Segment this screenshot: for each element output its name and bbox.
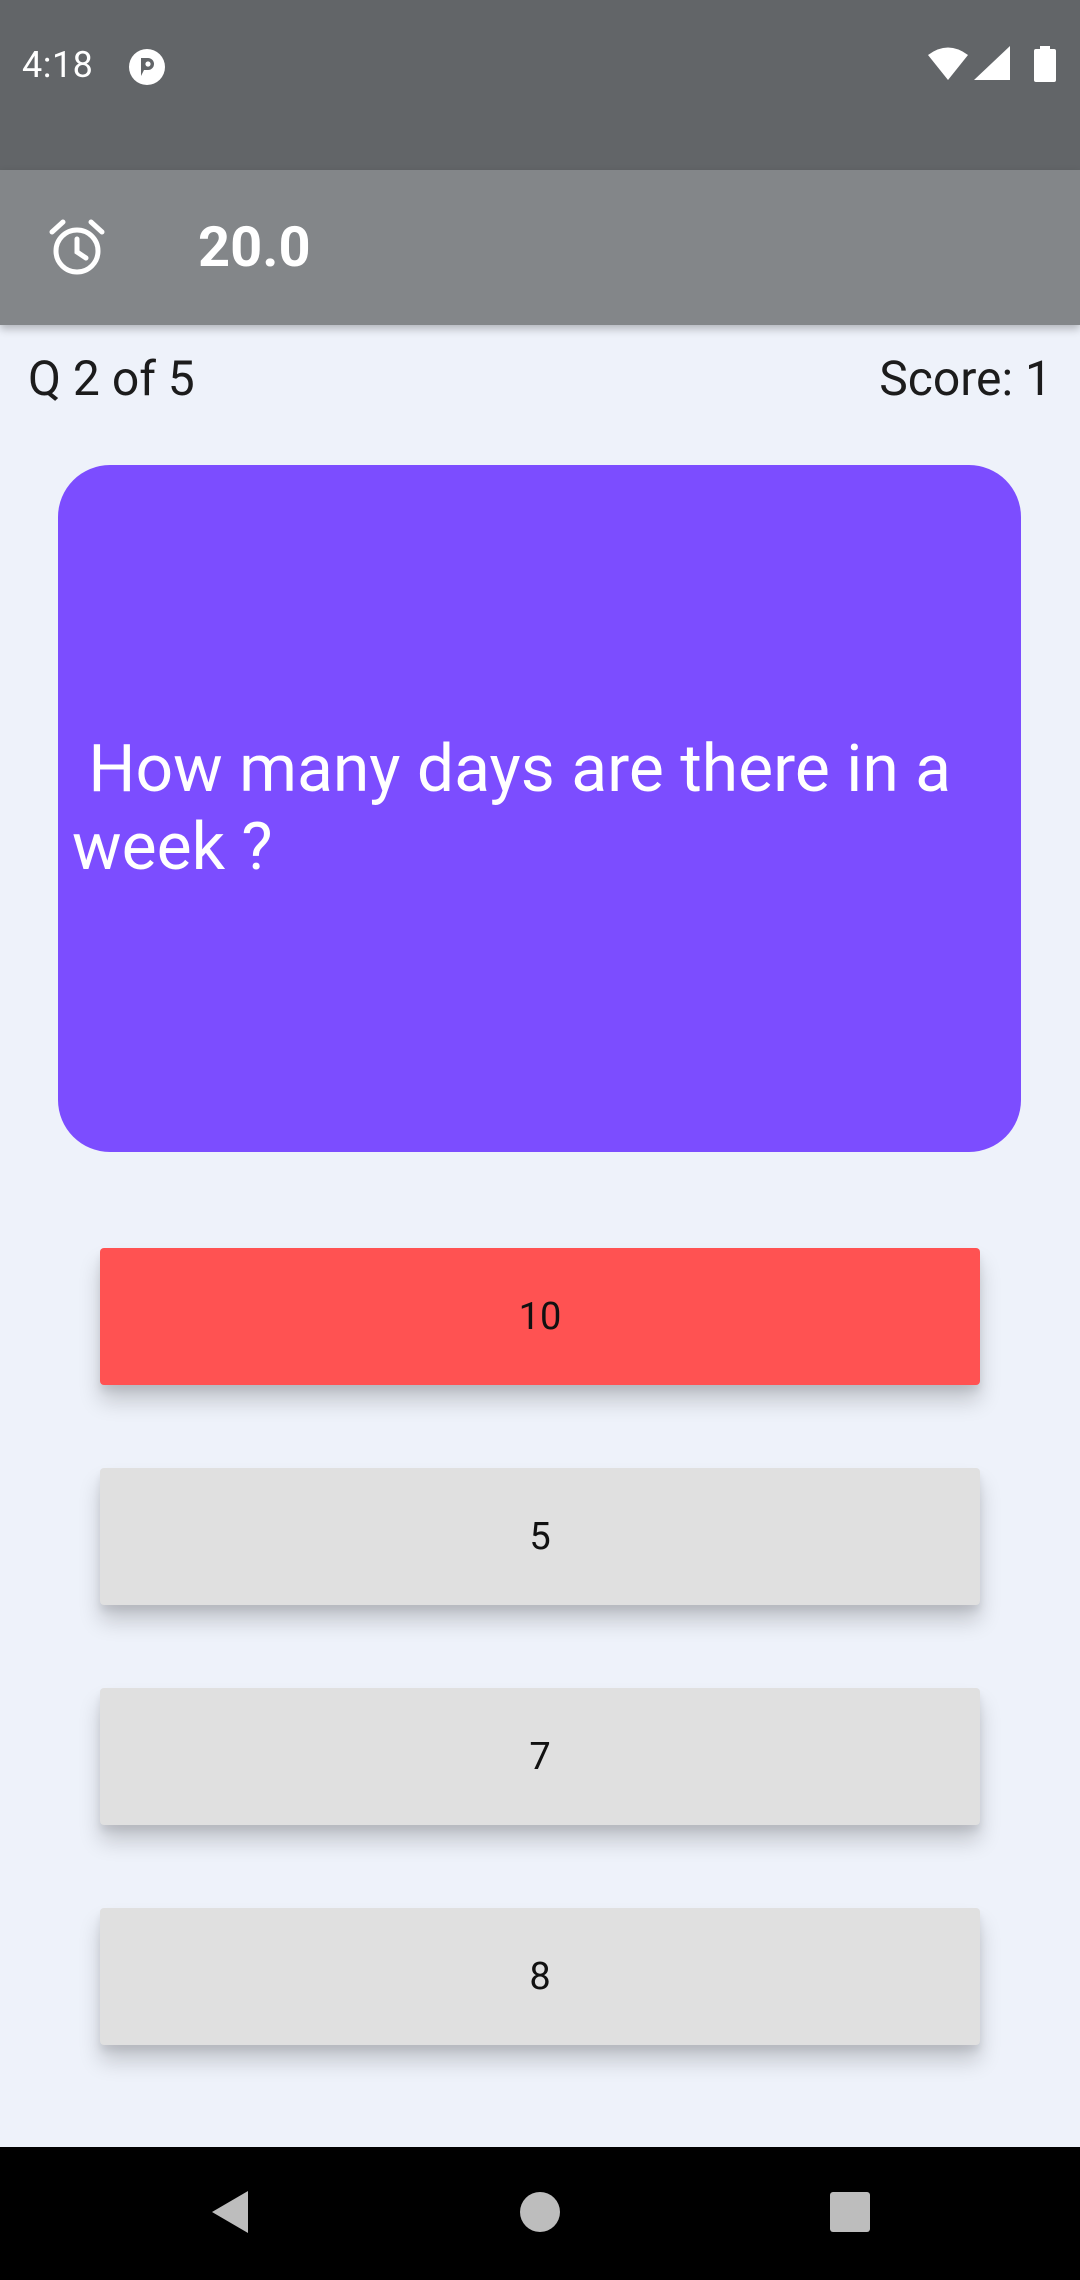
timer-value: 20.0 xyxy=(198,214,311,280)
app-notification-icon xyxy=(128,48,166,86)
home-button[interactable] xyxy=(500,2147,580,2280)
status-time: 4:18 xyxy=(22,44,94,86)
back-icon xyxy=(208,2189,252,2239)
back-button[interactable] xyxy=(190,2147,270,2280)
app-bar: 20.0 xyxy=(0,170,1080,325)
answer-option-2[interactable]: 5 xyxy=(100,1468,980,1605)
navigation-bar xyxy=(0,2147,1080,2280)
answer-option-4[interactable]: 8 xyxy=(100,1908,980,2045)
alarm-clock-icon xyxy=(46,217,108,279)
recents-icon xyxy=(829,2191,871,2237)
status-icons xyxy=(928,46,1058,88)
question-card: How many days are there in a week ? xyxy=(58,465,1021,1152)
status-bar: 4:18 xyxy=(0,0,1080,170)
score-label: Score: 1 xyxy=(879,350,1052,407)
answer-option-1[interactable]: 10 xyxy=(100,1248,980,1385)
recents-button[interactable] xyxy=(810,2147,890,2280)
answer-option-3[interactable]: 7 xyxy=(100,1688,980,1825)
home-icon xyxy=(519,2191,561,2237)
question-text: How many days are there in a week ? xyxy=(72,730,968,886)
question-counter: Q 2 of 5 xyxy=(28,350,195,407)
